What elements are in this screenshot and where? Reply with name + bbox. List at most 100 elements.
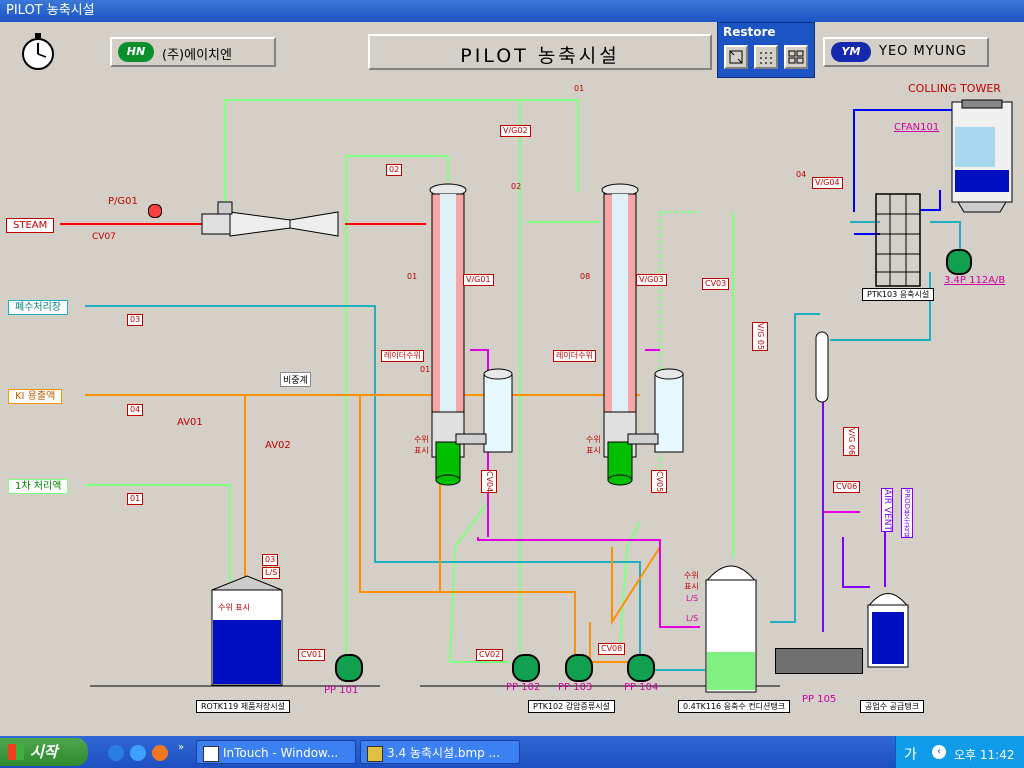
company-right-box: YM YEO MYUNG (823, 37, 989, 67)
start-button[interactable]: 시작 (0, 738, 88, 766)
tray-collapse-icon[interactable]: ‹ (932, 745, 946, 759)
hn-logo: HN (118, 42, 154, 62)
vg01-tag[interactable]: V/G01 (463, 274, 494, 286)
restore-panel: Restore (717, 22, 815, 78)
vg06-tag[interactable]: V/G 06 (843, 427, 859, 457)
quicklaunch-chevron-icon[interactable]: » (178, 742, 184, 753)
pump-cooling[interactable] (946, 249, 972, 275)
pp102-label[interactable]: PP 102 (506, 682, 540, 693)
taskbar-intouch-label: InTouch - Window... (223, 746, 339, 760)
pump-pp104[interactable] (627, 654, 655, 682)
ym-logo: YM (831, 42, 871, 62)
grid-view-button[interactable] (754, 45, 778, 69)
cv07-label: CV07 (92, 232, 116, 242)
heat-exchanger (875, 193, 921, 287)
pump-3-4-label[interactable]: 3.4P 112A/B (944, 275, 1005, 286)
ime-indicator[interactable]: 가 (904, 744, 917, 764)
restore-label: Restore (723, 25, 776, 39)
ls-b-label: L/S (686, 614, 699, 623)
expand-icon (729, 50, 743, 64)
stc02-label: 02 (511, 182, 522, 191)
pp103-label[interactable]: PP 103 (558, 682, 592, 693)
flowmeter-label: 비중계 (280, 372, 311, 387)
cv06-tag[interactable]: CV06 (833, 481, 861, 493)
clock: 오후 11:42 (954, 748, 1015, 762)
p01-label: 01 (407, 272, 418, 281)
cfan-label[interactable]: CFAN101 (894, 122, 939, 133)
header-panel: HN (주)에이치엔 PILOT 농축시설 Restore YM YEO MYU… (0, 22, 1024, 83)
cv03-tag[interactable]: CV03 (702, 278, 730, 290)
taskbar-bmp[interactable]: 3.4 농축시설.bmp ... (360, 740, 520, 764)
cv08-tag[interactable]: CV08 (598, 643, 626, 655)
browser-icon[interactable] (130, 745, 146, 761)
condensate-tank (704, 565, 758, 693)
fm03-tag[interactable]: 03 (127, 314, 144, 326)
ls-a-label: L/S (686, 594, 699, 603)
av01-label: AV01 (177, 417, 203, 428)
pp101-label[interactable]: PP 101 (324, 685, 358, 696)
level-display-2: 수위 표시 (586, 435, 601, 455)
pump-pp105[interactable] (775, 648, 863, 674)
cv02-tag[interactable]: CV02 (476, 649, 504, 661)
paint-icon (367, 746, 383, 762)
fm02-tag[interactable]: 02 (386, 164, 403, 176)
pg01-label: P/G01 (108, 196, 138, 207)
air-vent-label: AIR VENT (881, 488, 893, 532)
piping-diagram (60, 99, 1013, 693)
fm04-tag[interactable]: 04 (127, 404, 144, 416)
windows-logo-icon (8, 744, 24, 760)
hp-level-label: 수위 표시 (684, 571, 699, 591)
ls-tag[interactable]: L/S (262, 567, 281, 579)
product-storage-tank (211, 575, 283, 686)
distillation-column-1 (429, 183, 513, 486)
pump-pp101[interactable] (335, 654, 363, 682)
reboiler-level-1-no: 01 (420, 365, 431, 374)
supply-tank (867, 593, 909, 668)
distillation-column-2 (601, 183, 684, 486)
start-label: 시작 (30, 743, 58, 761)
firefox-icon[interactable] (152, 745, 168, 761)
pp105-label[interactable]: PP 105 (802, 694, 836, 705)
first-treated-source: 1차 처리액 (8, 479, 69, 494)
intouch-icon (203, 746, 219, 762)
tiles-icon (788, 50, 804, 64)
taskbar-bmp-label: 3.4 농축시설.bmp ... (387, 746, 501, 760)
ls03-tag[interactable]: 03 (262, 554, 279, 566)
pump-pp103[interactable] (565, 654, 593, 682)
vg04-tag[interactable]: V/G04 (812, 177, 843, 189)
cv05-tag[interactable]: CV05 (651, 470, 667, 494)
ptk102-label[interactable]: PTK102 감압증류시설 (528, 700, 615, 713)
pressure-gauge-icon[interactable] (148, 204, 162, 218)
company-left-name: (주)에이치엔 (162, 48, 232, 63)
supply-tank-label[interactable]: 공업수 공급탱크 (860, 700, 925, 713)
level-display-1: 수위 표시 (414, 435, 429, 455)
cv04-tag[interactable]: CV04 (481, 470, 497, 494)
pump-pp102[interactable] (512, 654, 540, 682)
reboiler-level-2[interactable]: 레이더수위 (553, 350, 596, 362)
ejector (201, 201, 339, 237)
stopwatch-icon[interactable] (18, 30, 58, 74)
prod-water-label: PROD용수공급 (901, 488, 913, 538)
vg03-tag[interactable]: V/G03 (636, 274, 667, 286)
pp104-label[interactable]: PP 104 (624, 682, 658, 693)
p08-label: 08 (580, 272, 591, 281)
vg02-tag[interactable]: V/G02 (500, 125, 531, 137)
company-right-name: YEO MYUNG (879, 44, 967, 59)
fm01-tag[interactable]: 01 (127, 493, 144, 505)
tk116-label[interactable]: 0.4TK116 응축수 컨디션탱크 (678, 700, 791, 713)
tile-view-button[interactable] (784, 45, 808, 69)
rotk119-label[interactable]: ROTK119 제품저장시설 (196, 700, 290, 713)
ie-icon[interactable] (108, 745, 124, 761)
orange-pipes (85, 394, 661, 663)
stc04-label: 04 (796, 170, 807, 179)
reboiler-level-1[interactable]: 레이더수위 (381, 350, 424, 362)
tc01-label: 01 (574, 84, 585, 93)
cooling-tower-label: COLLING TOWER (908, 82, 1001, 95)
vg05-tag[interactable]: V/G 05 (752, 322, 768, 352)
taskbar-intouch[interactable]: InTouch - Window... (196, 740, 356, 764)
screen-title-box: PILOT 농축시설 (368, 34, 712, 70)
maximize-button[interactable] (724, 45, 748, 69)
window-title-bar: PILOT 농축시설 (0, 0, 1024, 22)
ptk103-label[interactable]: PTK103 응축시설 (862, 288, 935, 301)
cv01-tag[interactable]: CV01 (298, 649, 326, 661)
